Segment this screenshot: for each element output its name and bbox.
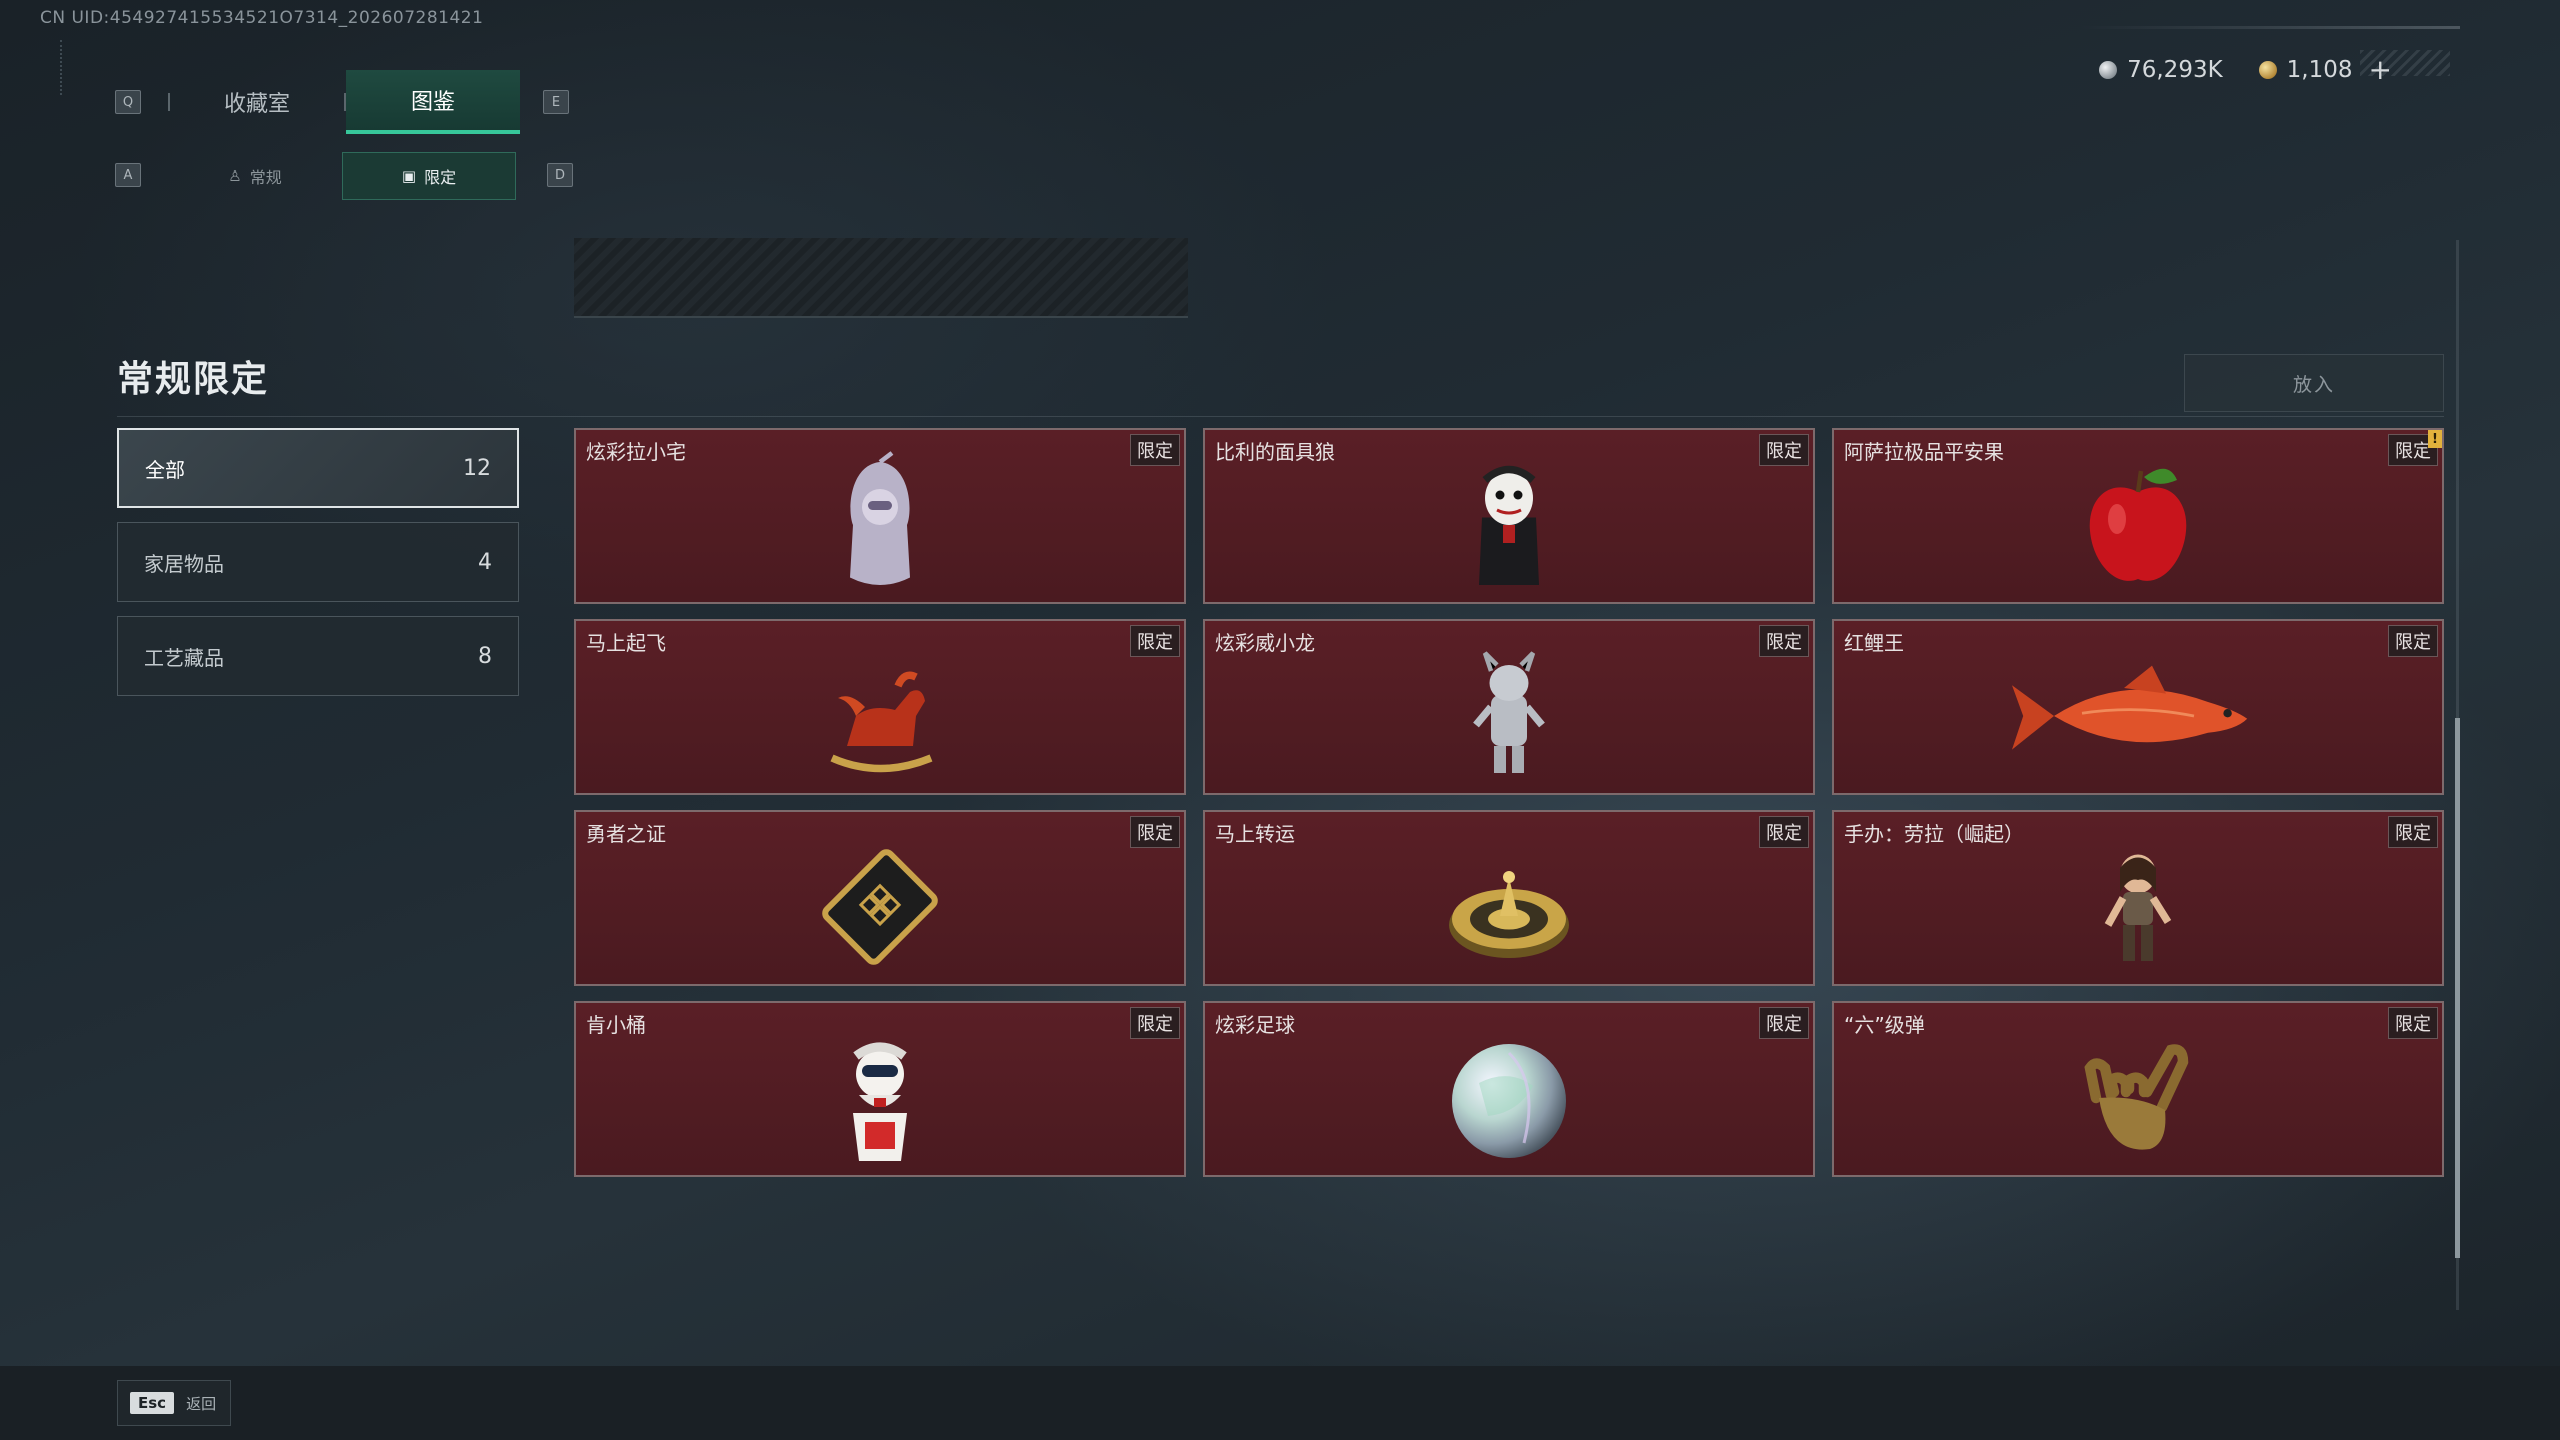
silver-amount: 76,293K — [2127, 57, 2223, 83]
image-icon: ▣ — [401, 167, 417, 185]
back-label: 返回 — [186, 1394, 217, 1413]
section-title: 常规限定 — [117, 359, 270, 400]
bucket-mascot-icon — [795, 1023, 965, 1173]
tab-catalog[interactable]: 图鉴 — [346, 70, 520, 134]
item-name: 炫彩威小龙 — [1215, 631, 1315, 655]
item-card[interactable]: 阿萨拉极品平安果 限定 ! — [1832, 428, 2444, 604]
put-in-button[interactable]: 放入 — [2184, 354, 2444, 412]
limited-tag: 限定 — [1130, 434, 1180, 466]
category-label: 全部 — [145, 457, 185, 482]
item-card[interactable]: 肯小桶 限定 — [574, 1001, 1186, 1177]
item-card[interactable]: “六”级弹 限定 — [1832, 1001, 2444, 1177]
limited-tag: 限定 — [1759, 1007, 1809, 1039]
key-hint-prev-tab: Q — [115, 90, 141, 114]
gold-coin-icon — [2258, 61, 2277, 79]
category-home-goods[interactable]: 家居物品 4 — [117, 522, 519, 602]
dragon-figurine-icon — [1424, 641, 1594, 791]
category-list: 全部 12 家居物品 4 工艺藏品 8 — [117, 428, 519, 710]
category-count: 12 — [463, 455, 491, 481]
limited-tag: 限定 — [1759, 816, 1809, 848]
golden-hand-icon — [2053, 1023, 2223, 1173]
category-all[interactable]: 全部 12 — [117, 428, 519, 508]
item-card[interactable]: 比利的面具狼 限定 — [1203, 428, 1815, 604]
tab-collection-room[interactable]: 收藏室 — [170, 70, 344, 134]
category-count: 8 — [478, 643, 492, 669]
item-card[interactable]: 炫彩足球 限定 — [1203, 1001, 1815, 1177]
key-hint-next-tab: E — [543, 90, 569, 114]
limited-tag: 限定 — [2388, 1007, 2438, 1039]
category-count: 4 — [478, 549, 492, 575]
subtab-regular-label: 常规 — [249, 168, 282, 187]
subtab-limited[interactable]: ▣ 限定 — [342, 152, 516, 200]
golden-compass-icon — [1424, 832, 1594, 982]
item-name: “六”级弹 — [1844, 1013, 1925, 1037]
item-name: 红鲤王 — [1844, 631, 1904, 655]
add-currency-button[interactable]: + — [2369, 56, 2392, 84]
key-hint-prev-subtab: A — [115, 163, 141, 187]
top-decor-line — [2080, 26, 2460, 29]
silver-currency: 76,293K — [2099, 57, 2223, 83]
category-label: 家居物品 — [144, 551, 224, 576]
item-name: 马上转运 — [1215, 822, 1295, 846]
gold-currency[interactable]: 1,108 + — [2258, 56, 2392, 84]
category-crafts[interactable]: 工艺藏品 8 — [117, 616, 519, 696]
red-carp-icon — [1998, 641, 2278, 791]
esc-key-hint: Esc — [130, 1392, 175, 1414]
item-name: 阿萨拉极品平安果 — [1844, 440, 2004, 464]
lara-figure-icon — [2053, 832, 2223, 982]
item-grid: 炫彩拉小宅 限定 比利的面具狼 限定 阿萨拉极品平安果 限定 ! 马上起飞 限定… — [574, 428, 2444, 1177]
key-hint-next-subtab: D — [547, 163, 573, 187]
gold-amount: 1,108 — [2286, 57, 2353, 83]
item-card[interactable]: 马上转运 限定 — [1203, 810, 1815, 986]
item-name: 比利的面具狼 — [1215, 440, 1335, 464]
silver-coin-icon — [2099, 61, 2118, 79]
rocking-horse-icon — [795, 641, 965, 791]
item-card[interactable]: 手办：劳拉（崛起） 限定 — [1832, 810, 2444, 986]
item-card[interactable]: 红鲤王 限定 — [1832, 619, 2444, 795]
decorative-line — [60, 40, 64, 95]
figure-icon: ♙ — [228, 167, 242, 185]
bottom-bar — [0, 1366, 2560, 1440]
back-button[interactable]: Esc 返回 — [117, 1380, 232, 1426]
item-name: 肯小桶 — [586, 1013, 646, 1037]
limited-tag: 限定 — [1130, 816, 1180, 848]
currency-bar: 76,293K 1,108 + — [2099, 56, 2392, 84]
sub-tabs: ♙ 常规 ▣ 限定 — [168, 152, 516, 200]
limited-tag: 限定 — [1130, 1007, 1180, 1039]
masked-puppet-icon — [1424, 450, 1594, 600]
warning-icon: ! — [2428, 430, 2442, 448]
limited-tag: 限定 — [1130, 625, 1180, 657]
section-divider — [117, 416, 2444, 417]
item-name: 炫彩足球 — [1215, 1013, 1295, 1037]
subtab-limited-label: 限定 — [424, 168, 457, 187]
item-name: 手办：劳拉（崛起） — [1844, 822, 2024, 846]
uid-label: CN UID:454927415534521O7314_202607281421 — [40, 8, 484, 28]
category-label: 工艺藏品 — [144, 645, 224, 670]
item-card[interactable]: 马上起飞 限定 — [574, 619, 1186, 795]
badge-plate-icon — [795, 832, 965, 982]
item-name: 炫彩拉小宅 — [586, 440, 686, 464]
red-apple-icon — [2053, 450, 2223, 600]
item-card[interactable]: 勇者之证 限定 — [574, 810, 1186, 986]
item-card[interactable]: 炫彩拉小宅 限定 — [574, 428, 1186, 604]
hooded-figurine-icon — [795, 450, 965, 600]
iridescent-ball-icon — [1424, 1023, 1594, 1173]
limited-tag: 限定 — [2388, 625, 2438, 657]
item-name: 勇者之证 — [586, 822, 666, 846]
main-tabs: 收藏室 图鉴 — [168, 70, 520, 134]
limited-tag: 限定 — [1759, 625, 1809, 657]
item-name: 马上起飞 — [586, 631, 666, 655]
limited-tag: 限定 — [1759, 434, 1809, 466]
scrollbar-thumb[interactable] — [2455, 718, 2460, 1258]
item-card[interactable]: 炫彩威小龙 限定 — [1203, 619, 1815, 795]
banner-placeholder — [574, 238, 1188, 318]
subtab-regular[interactable]: ♙ 常规 — [168, 152, 342, 200]
limited-tag: 限定 — [2388, 816, 2438, 848]
